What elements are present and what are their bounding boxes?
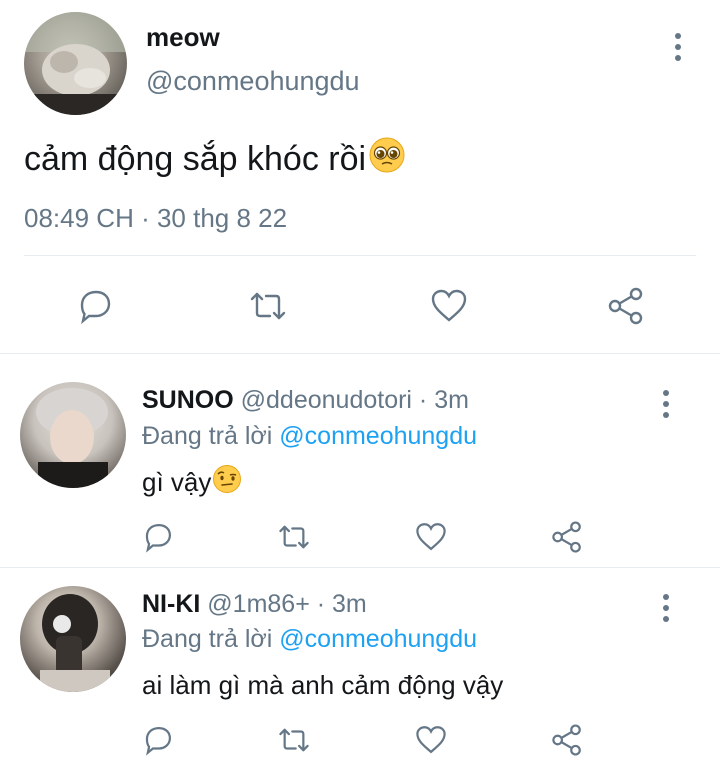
like-icon[interactable] xyxy=(427,284,471,328)
replying-to: Đang trả lời @conmeohungdu xyxy=(142,625,477,654)
reply-icon[interactable] xyxy=(138,720,178,760)
more-options-icon[interactable] xyxy=(654,594,678,622)
main-tweet: meow @conmeohungdu cảm động sắp khóc rồi… xyxy=(0,0,720,354)
like-icon[interactable] xyxy=(411,517,451,557)
retweet-icon[interactable] xyxy=(274,720,314,760)
tweet-text: ai làm gì mà anh cảm động vậy xyxy=(142,670,503,701)
face-with-raised-eyebrow-emoji xyxy=(212,464,242,501)
timestamp[interactable]: 08:49 CH · 30 thg 8 22 xyxy=(24,203,287,234)
mention-link[interactable]: @conmeohungdu xyxy=(279,422,477,450)
share-icon[interactable] xyxy=(604,284,648,328)
handle-and-time[interactable]: @ddeonudotori · 3m xyxy=(241,386,469,414)
replying-to-label: Đang trả lời xyxy=(142,422,280,450)
share-icon[interactable] xyxy=(547,517,587,557)
reply-header: SUNOO @ddeonudotori · 3m xyxy=(142,386,469,415)
share-icon[interactable] xyxy=(547,720,587,760)
more-options-icon[interactable] xyxy=(654,390,678,418)
divider xyxy=(24,255,696,256)
reply-header: NI-KI @1m86+ · 3m xyxy=(142,590,367,619)
profile-photo-icon xyxy=(36,388,108,488)
reply-icon[interactable] xyxy=(138,517,178,557)
user-handle[interactable]: @conmeohungdu xyxy=(146,66,360,97)
tweet-text-content: ai làm gì mà anh cảm động vậy xyxy=(142,670,504,700)
display-name[interactable]: meow xyxy=(146,22,220,53)
display-name[interactable]: NI-KI xyxy=(142,590,200,618)
replying-to: Đang trả lời @conmeohungdu xyxy=(142,422,477,451)
tweet-text-content: gì vậy xyxy=(142,467,212,497)
avatar[interactable] xyxy=(24,12,127,115)
avatar[interactable] xyxy=(20,382,126,488)
display-name[interactable]: SUNOO xyxy=(142,386,234,414)
more-options-icon[interactable] xyxy=(666,33,690,61)
handle-and-time[interactable]: @1m86+ · 3m xyxy=(207,590,366,618)
replying-to-label: Đang trả lời xyxy=(142,625,280,653)
tweet-text-content: cảm động sắp khóc rồi xyxy=(24,140,367,178)
reply-tweet: NI-KI @1m86+ · 3m Đang trả lời @conmeohu… xyxy=(0,568,720,778)
retweet-icon[interactable] xyxy=(246,284,290,328)
retweet-icon[interactable] xyxy=(274,517,314,557)
like-icon[interactable] xyxy=(411,720,451,760)
avatar[interactable] xyxy=(20,586,126,692)
cat-photo-icon xyxy=(24,12,127,115)
tweet-text: gì vậy xyxy=(142,464,242,501)
pleading-face-emoji xyxy=(368,136,406,183)
reply-icon[interactable] xyxy=(73,284,117,328)
reply-tweet: SUNOO @ddeonudotori · 3m Đang trả lời @c… xyxy=(0,354,720,568)
tweet-text: cảm động sắp khóc rồi xyxy=(24,136,406,183)
profile-photo-icon xyxy=(40,594,110,692)
mention-link[interactable]: @conmeohungdu xyxy=(279,625,477,653)
